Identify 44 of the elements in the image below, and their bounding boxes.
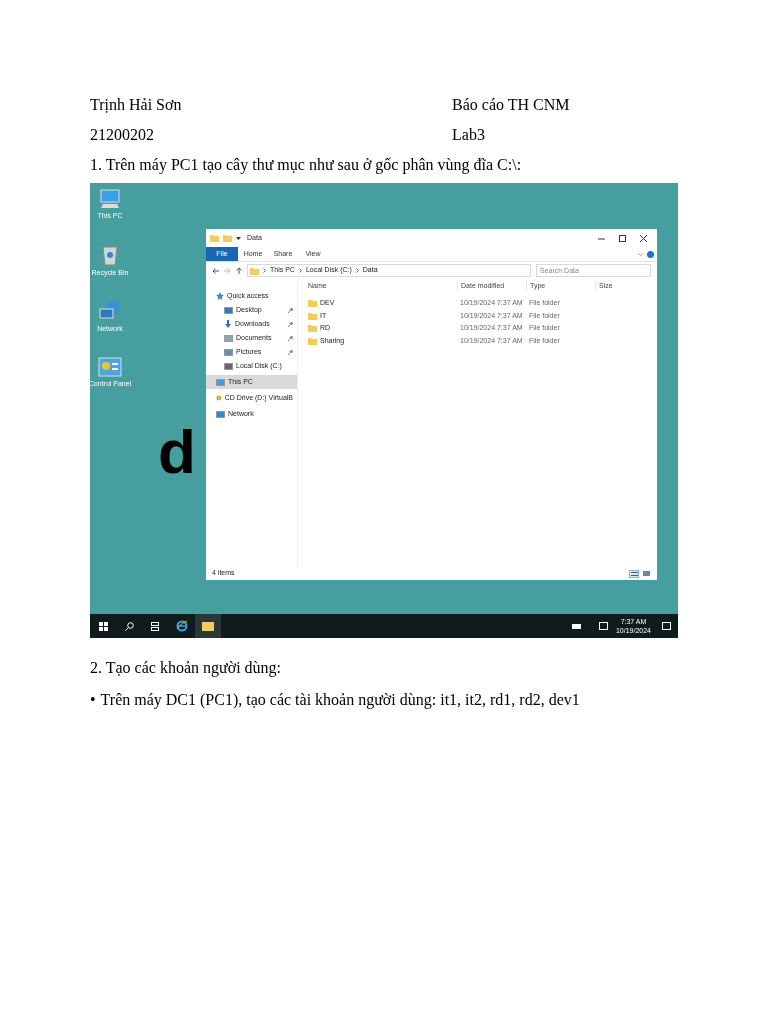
help-icon[interactable] xyxy=(647,250,654,258)
task-view-icon[interactable] xyxy=(151,621,161,631)
disc-icon xyxy=(216,394,222,402)
pin-icon xyxy=(288,307,293,313)
desktop-icon xyxy=(224,306,233,314)
report-text: Báo cáo TH CNM xyxy=(452,95,571,115)
bullet-text: Trên máy DC1 (PC1), tạo các tài khoản người dùng: it1, it2, rd1, rd2, dev1 xyxy=(100,690,580,711)
dropdown-caret-icon[interactable] xyxy=(236,236,241,240)
bullet-mark: • xyxy=(90,690,96,710)
pin-icon xyxy=(288,335,293,341)
windows-icon[interactable] xyxy=(99,621,108,631)
chevron-down-icon[interactable] xyxy=(638,252,643,256)
chevron-right-icon xyxy=(298,268,302,273)
folder-app-icon[interactable] xyxy=(195,614,221,638)
monitor-icon xyxy=(216,378,225,386)
details-view-icon[interactable] xyxy=(629,569,639,578)
maximize-icon[interactable] xyxy=(619,234,626,242)
drive-icon xyxy=(224,362,233,370)
folder-icon xyxy=(250,266,259,275)
author-text: 21200202 xyxy=(90,125,155,145)
chevron-right-icon xyxy=(355,268,359,273)
pin-icon xyxy=(288,321,293,327)
monitor-icon xyxy=(99,189,121,209)
notification-icon[interactable] xyxy=(662,622,671,630)
down-arrow-icon xyxy=(224,320,232,328)
author-text: Trịnh Hải Sơn xyxy=(90,95,183,115)
recycle-bin-icon xyxy=(99,243,121,266)
wallpaper-text: d xyxy=(158,421,196,483)
star-icon xyxy=(216,292,224,300)
back-arrow-icon[interactable] xyxy=(212,267,219,274)
picture-icon xyxy=(224,348,233,356)
step-heading: 1. Trên máy PC1 tạo cây thư mục như sau ở gốc phân vùng đĩa C:\: xyxy=(90,155,522,176)
report-text: Lab3 xyxy=(452,125,486,145)
step-heading: 2. Tạo các khoản người dùng: xyxy=(90,658,281,679)
search-icon[interactable] xyxy=(125,621,134,631)
large-icons-view-icon[interactable] xyxy=(641,569,651,578)
chevron-right-icon xyxy=(263,268,266,273)
document-icon xyxy=(224,334,233,342)
up-arrow-icon[interactable] xyxy=(236,267,242,274)
pin-icon xyxy=(288,349,293,355)
network-icon xyxy=(216,410,225,418)
control-panel-icon xyxy=(98,356,122,377)
globe-monitor-icon xyxy=(98,300,122,322)
close-icon[interactable] xyxy=(640,234,647,242)
